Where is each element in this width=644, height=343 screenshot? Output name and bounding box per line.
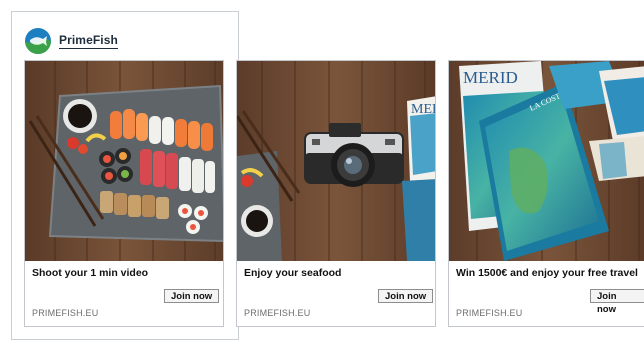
travel-brochures-image: MERID LA COSTA D'ARGENTO	[449, 61, 644, 261]
card-caption: Shoot your 1 min video	[32, 267, 149, 279]
join-now-button[interactable]: Join now	[590, 289, 644, 315]
ad-card-camera[interactable]: MERID Enjoy your seafood Join now PRIMEF…	[236, 60, 436, 327]
brand-name: PrimeFish	[59, 33, 118, 49]
brochure-title: MERID	[463, 68, 518, 87]
join-now-button[interactable]: Join now	[164, 289, 220, 303]
brochure-title: MERID	[411, 102, 435, 117]
card-caption: Win 1500€ and enjoy your free travel	[456, 267, 638, 279]
brand-header[interactable]: PrimeFish	[24, 27, 118, 55]
display-url[interactable]: PRIMEFISH.EU	[244, 308, 310, 318]
ad-card-sushi[interactable]: Shoot your 1 min video Join now PRIMEFIS…	[24, 60, 224, 327]
card-caption: Enjoy your seafood	[244, 267, 342, 279]
fish-logo-icon	[25, 28, 51, 54]
camera-on-table-image: MERID	[237, 61, 435, 261]
display-url[interactable]: PRIMEFISH.EU	[32, 308, 98, 318]
sushi-platter-image	[25, 61, 223, 261]
ad-card-travel[interactable]: MERID LA COSTA D'ARGENTO Win 1500€ and e…	[448, 60, 644, 327]
display-url[interactable]: PRIMEFISH.EU	[456, 308, 522, 318]
join-now-button[interactable]: Join now	[378, 289, 434, 303]
